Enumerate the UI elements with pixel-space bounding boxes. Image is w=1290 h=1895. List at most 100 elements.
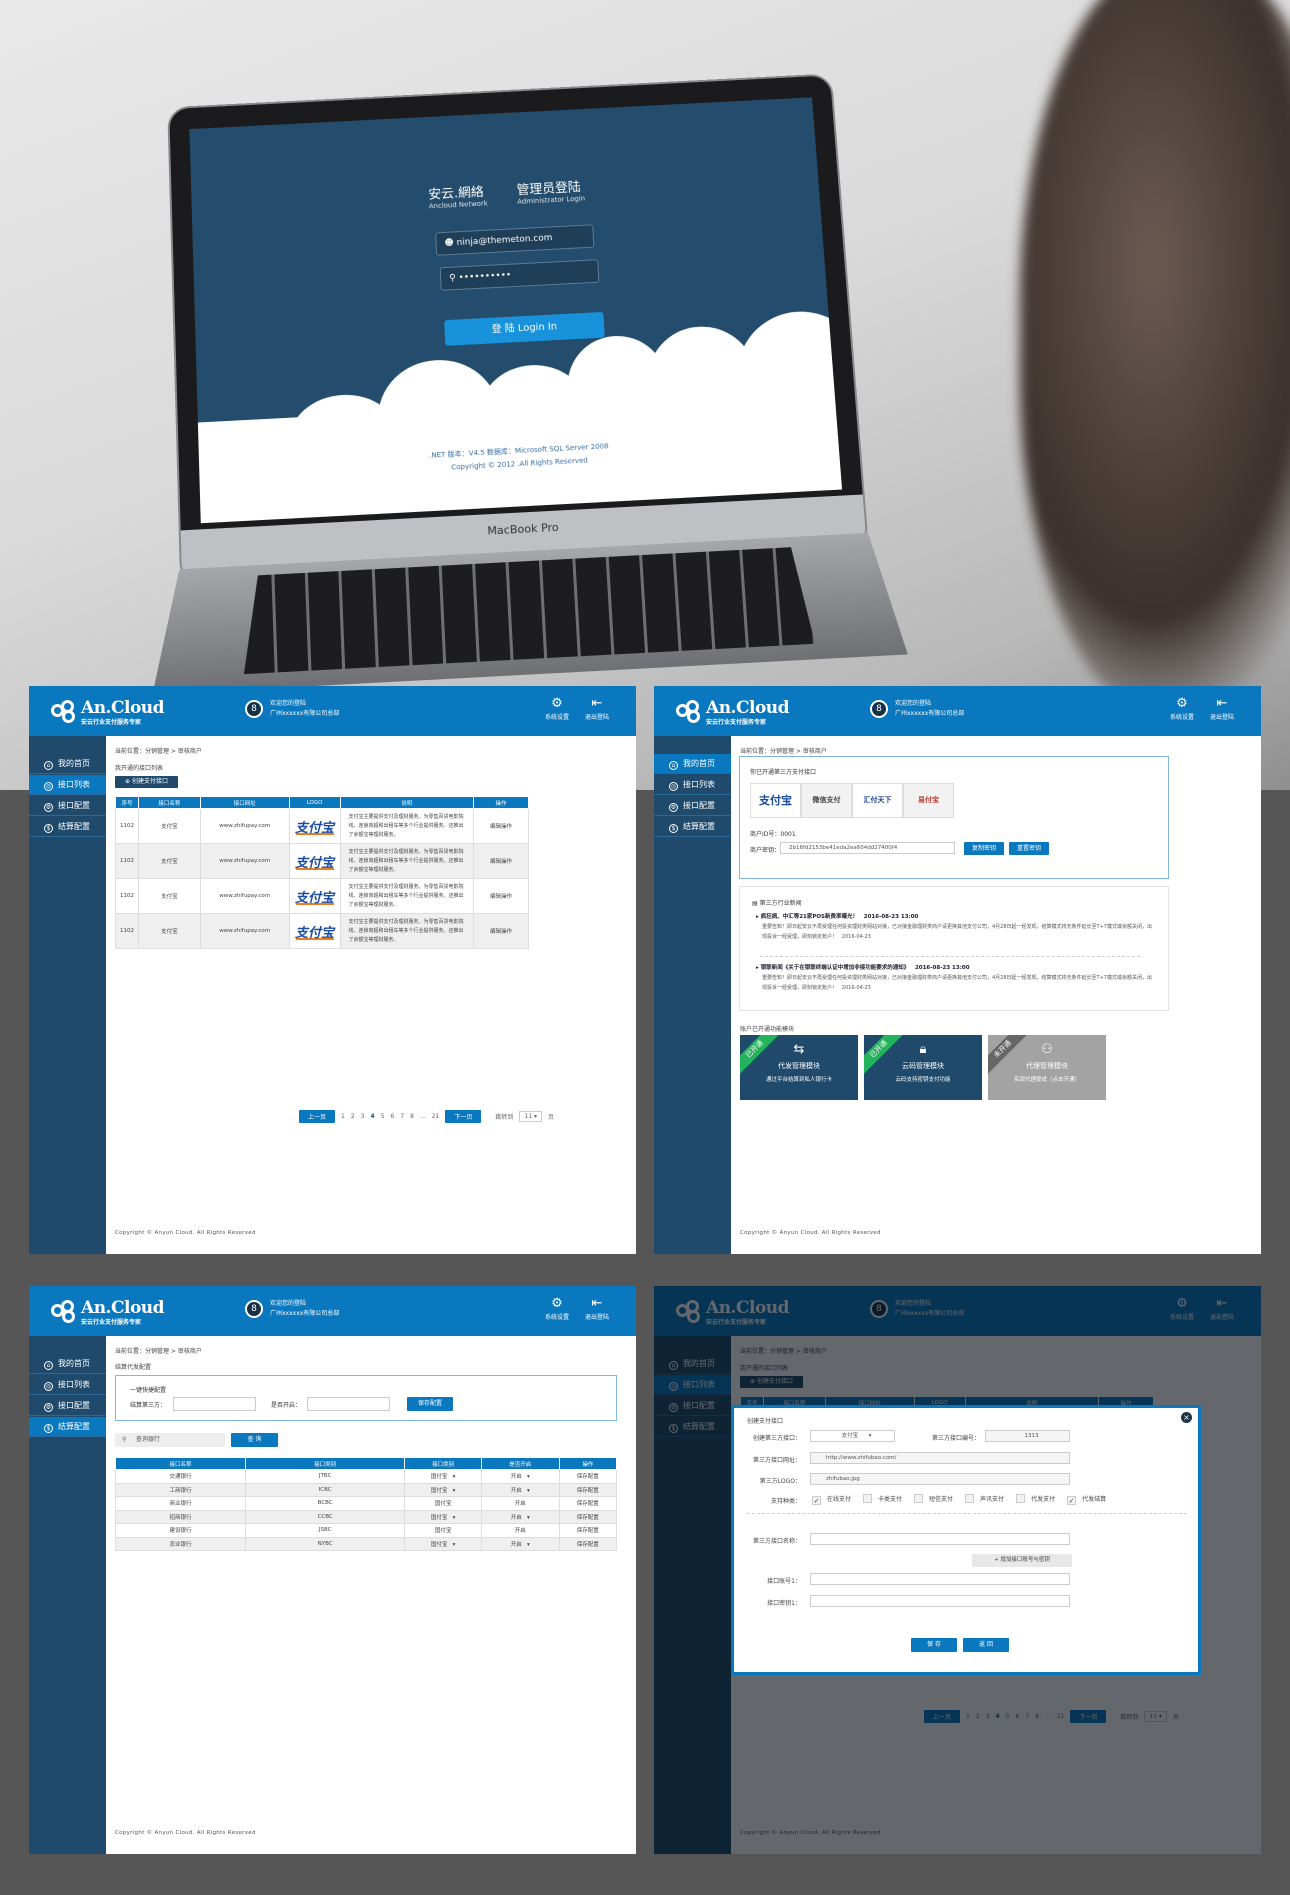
row-url[interactable]: www.zhifupay.com — [199, 808, 290, 844]
enabled-select[interactable]: 开启 ▾ — [480, 1536, 560, 1551]
merchant-key-field[interactable]: 2b16fd2153be41eda2ea604dd27400f4 — [780, 842, 955, 854]
sidebar-item-1[interactable]: ◎ 接口列表 — [29, 775, 106, 795]
prev-page-button[interactable]: 上一页 — [299, 1110, 336, 1123]
create-interface-button[interactable]: ⊕ 创建支付接口 — [115, 776, 178, 788]
provider-logo[interactable]: 微信支付 — [801, 783, 852, 818]
next-page-button[interactable]: 下一页 — [445, 1110, 482, 1123]
sidebar-item-0[interactable]: ⌂ 我的首页 — [29, 754, 106, 774]
edit-link[interactable]: 编辑操作 — [473, 878, 529, 914]
sidebar-item-0[interactable]: ⌂ 我的首页 — [654, 754, 731, 774]
search-button[interactable]: 查 询 — [231, 1433, 278, 1447]
sidebar-item-3[interactable]: $ 结算配置 — [29, 817, 106, 837]
logout-button[interactable]: ⇤ 退出登陆 — [1210, 696, 1234, 721]
type-select[interactable]: 国付宝 ▾ — [404, 1469, 482, 1484]
sidebar-item-2[interactable]: ⚙ 接口配置 — [29, 1396, 106, 1416]
provider-logo[interactable]: 易付宝 — [903, 783, 954, 818]
sidebar: ⌂ 我的首页 ◎ 接口列表 ⚙ 接口配置 $ 结算配置 — [29, 1336, 106, 1854]
reset-key-button[interactable]: 重置密钥 — [1009, 842, 1049, 855]
type-select[interactable]: 国付宝 ▾ — [404, 1536, 482, 1551]
page-21[interactable]: 21 — [432, 1113, 440, 1120]
type-checkbox[interactable]: 声讯支付 — [965, 1494, 1004, 1503]
save-row-link[interactable]: 保存配置 — [558, 1536, 618, 1551]
enabled-select[interactable]: 开启 ▾ — [480, 1509, 560, 1524]
module-tile[interactable]: 已开通 🔒︎ 云码管理模块 云码支持密钥支付功能 — [864, 1035, 982, 1100]
number-field[interactable]: 1313 — [985, 1430, 1070, 1442]
edit-link[interactable]: 编辑操作 — [473, 913, 529, 949]
provider-logo[interactable]: 支付宝 — [750, 783, 801, 818]
page-7[interactable]: 7 — [400, 1113, 404, 1120]
save-row-link[interactable]: 保存配置 — [558, 1496, 618, 1511]
url-field[interactable]: http://www.zhifubao.com/ — [810, 1452, 1070, 1464]
page-2[interactable]: 2 — [351, 1113, 355, 1120]
logo[interactable]: An.Cloud安云行业支付服务专家 — [51, 1298, 165, 1326]
logout-button[interactable]: ⇤ 退出登陆 — [585, 696, 609, 721]
page-3[interactable]: 3 — [361, 1113, 365, 1120]
save-row-link[interactable]: 保存配置 — [558, 1482, 618, 1497]
enabled-select[interactable]: 开启 — [480, 1523, 560, 1538]
settings-button[interactable]: ⚙ 系统设置 — [545, 696, 569, 721]
settings-button[interactable]: ⚙ 系统设置 — [1170, 696, 1194, 721]
save-config-button[interactable]: 保存配置 — [407, 1397, 453, 1411]
module-tile[interactable]: 已开通 ⇆ 代发管理模块 通过平台结算到私人银行卡 — [740, 1035, 858, 1100]
sidebar-item-3[interactable]: $ 结算配置 — [29, 1417, 106, 1437]
edit-link[interactable]: 编辑操作 — [473, 808, 529, 844]
enabled-select[interactable]: 开启 ▾ — [480, 1469, 560, 1484]
module-tile[interactable]: 未开通 ⚇ 代理管理模块 实现代理提成（点击开通） — [988, 1035, 1106, 1100]
row-url[interactable]: www.zhifupay.com — [199, 878, 290, 914]
type-select[interactable]: 国付宝 ▾ — [404, 1509, 482, 1524]
name-field[interactable] — [810, 1533, 1070, 1545]
type-select[interactable]: 国付宝 — [404, 1496, 482, 1511]
page-select[interactable]: 11 ▾ — [519, 1111, 542, 1122]
checkmark-icon: ✓ — [1067, 1496, 1077, 1505]
close-icon[interactable]: × — [1181, 1412, 1192, 1423]
type-checkbox[interactable]: ✓ 在线支付 — [812, 1496, 851, 1505]
search-icon: ⚲ — [122, 1436, 127, 1443]
account-field[interactable] — [810, 1573, 1070, 1585]
sidebar-item-0[interactable]: ⌂ 我的首页 — [29, 1354, 106, 1374]
settings-button[interactable]: ⚙ 系统设置 — [545, 1296, 569, 1321]
copy-key-button[interactable]: 复制密钥 — [964, 842, 1004, 855]
news-item[interactable]: ▸ 疯狂病、中汇等21家POS新费率曝光！ 2016-08-23 13:00 重… — [756, 912, 1156, 942]
sidebar-item-2[interactable]: ⚙ 接口配置 — [29, 796, 106, 816]
page-4[interactable]: 4 — [371, 1113, 375, 1120]
page-8[interactable]: 8 — [410, 1113, 414, 1120]
sidebar-item-1[interactable]: ◎ 接口列表 — [654, 775, 731, 795]
email-field[interactable]: ☻ ninja@themeton.com — [435, 224, 595, 256]
third-party-input[interactable] — [173, 1397, 256, 1411]
type-checkbox[interactable]: ✓ 代发结算 — [1067, 1496, 1106, 1505]
logo[interactable]: An.Cloud安云行业支付服务专家 — [51, 698, 165, 726]
type-select[interactable]: 国付宝 — [404, 1523, 482, 1538]
news-item[interactable]: ▸ 银联新闻《关于在银联终端认证中增加非接功能要求的通知》 2016-08-23… — [756, 963, 1156, 993]
save-row-link[interactable]: 保存配置 — [558, 1509, 618, 1524]
page-5[interactable]: 5 — [381, 1113, 385, 1120]
save-button[interactable]: 保 存 — [911, 1638, 957, 1652]
add-account-button[interactable]: + 增加接口账号与密钥 — [972, 1554, 1072, 1567]
key-field[interactable] — [810, 1595, 1070, 1607]
enabled-input[interactable] — [307, 1397, 390, 1411]
login-button[interactable]: 登 陆 Login In — [444, 311, 605, 346]
logo-field[interactable]: zhifubao.jpg — [810, 1473, 1070, 1485]
password-field[interactable]: ⚲ •••••••••• — [439, 259, 600, 291]
enabled-select[interactable]: 开启 ▾ — [480, 1482, 560, 1497]
back-button[interactable]: 返 回 — [963, 1638, 1009, 1652]
page-6[interactable]: 6 — [391, 1113, 395, 1120]
edit-link[interactable]: 编辑操作 — [473, 843, 529, 879]
bank-search-input[interactable]: ⚲ 查询银行 — [115, 1433, 225, 1447]
type-select[interactable]: 国付宝 ▾ — [404, 1482, 482, 1497]
sidebar-item-1[interactable]: ◎ 接口列表 — [29, 1375, 106, 1395]
save-row-link[interactable]: 保存配置 — [558, 1523, 618, 1538]
save-row-link[interactable]: 保存配置 — [558, 1469, 618, 1484]
sidebar-item-2[interactable]: ⚙ 接口配置 — [654, 796, 731, 816]
row-url[interactable]: www.zhifupay.com — [199, 913, 290, 949]
provider-logo[interactable]: 汇付天下 — [852, 783, 903, 818]
page-...[interactable]: ... — [420, 1113, 426, 1120]
logout-button[interactable]: ⇤ 退出登陆 — [585, 1296, 609, 1321]
type-checkbox[interactable]: 短信支付 — [914, 1494, 953, 1503]
page-1[interactable]: 1 — [341, 1113, 345, 1120]
type-checkbox[interactable]: 卡类支付 — [863, 1494, 902, 1503]
enabled-select[interactable]: 开启 — [480, 1496, 560, 1511]
row-url[interactable]: www.zhifupay.com — [199, 843, 290, 879]
type-checkbox[interactable]: 代发支付 — [1016, 1494, 1055, 1503]
logo[interactable]: An.Cloud安云行业支付服务专家 — [676, 698, 790, 726]
sidebar-item-3[interactable]: $ 结算配置 — [654, 817, 731, 837]
